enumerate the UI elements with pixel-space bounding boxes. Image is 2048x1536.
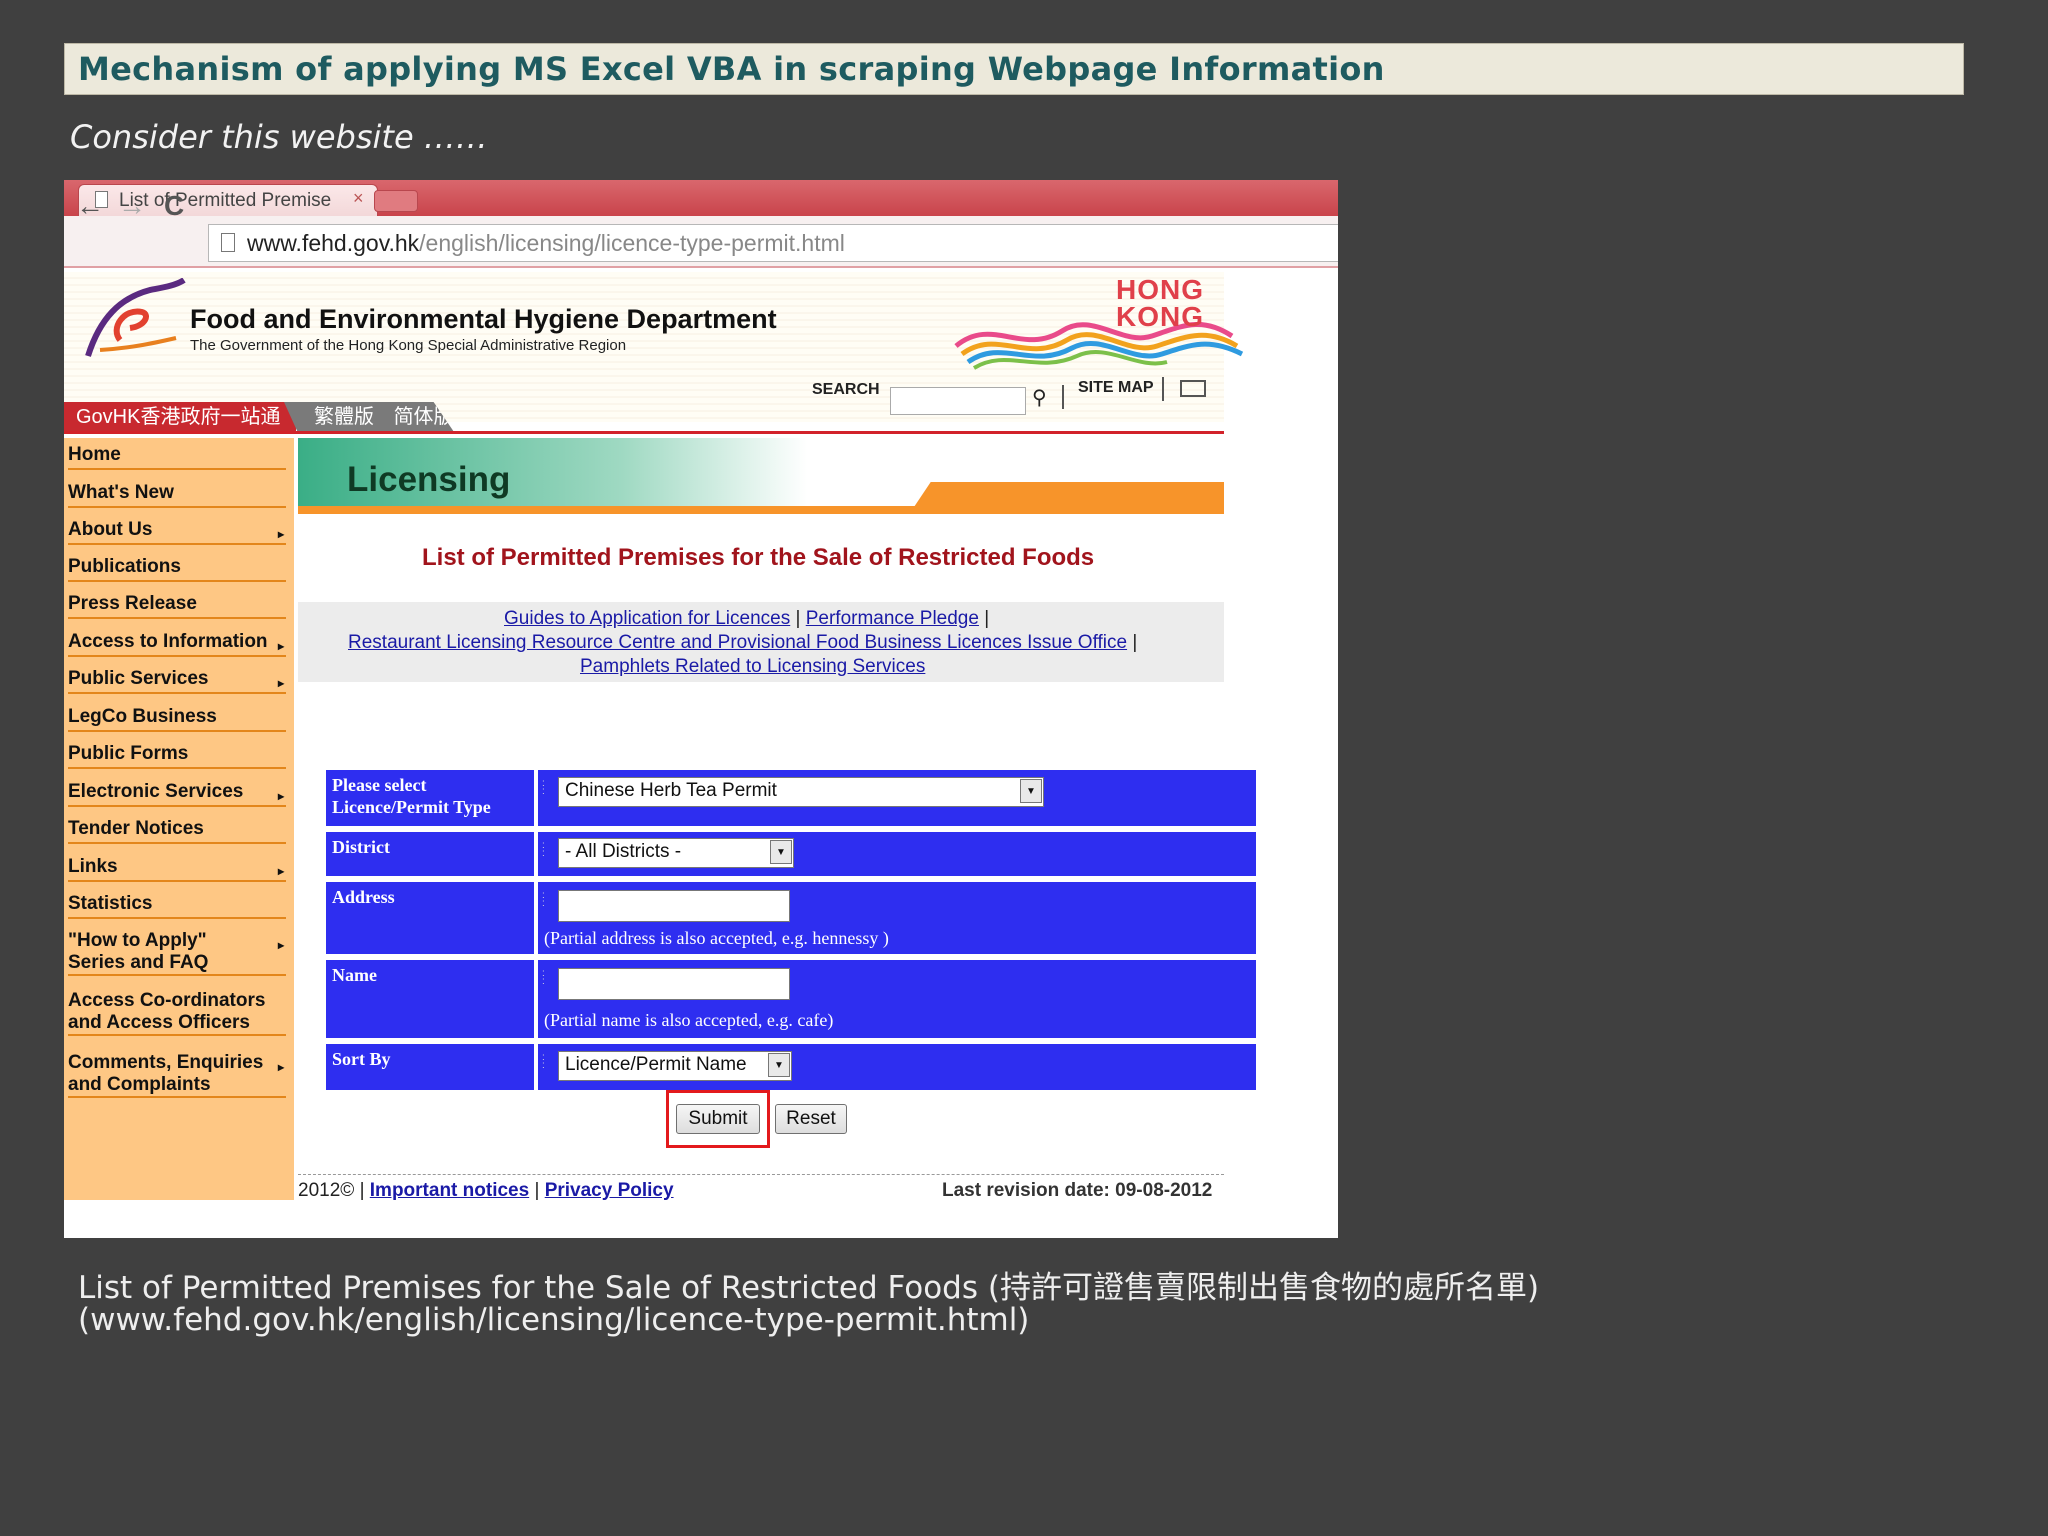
sidebar-item-home[interactable]: Home — [68, 444, 286, 470]
sidebar-nav: Home What's New About Us ▸ Publications P… — [64, 438, 294, 1200]
slide-caption: List of Permitted Premises for the Sale … — [78, 1270, 1540, 1306]
last-revision-date: Last revision date: 09-08-2012 — [942, 1180, 1213, 1201]
address-field: :: (Partial address is also accepted, e.… — [538, 882, 1256, 954]
sidebar-item-tender-notices[interactable]: Tender Notices — [68, 818, 286, 844]
address-label: Address — [326, 882, 534, 954]
sidebar-item-about-us[interactable]: About Us ▸ — [68, 519, 286, 545]
sitemap-link[interactable]: SITE MAP — [1078, 379, 1154, 397]
slide-caption-url: (www.fehd.gov.hk/english/licensing/licen… — [78, 1302, 1030, 1338]
restaurant-licensing-link[interactable]: Restaurant Licensing Resource Centre and… — [348, 632, 1127, 653]
forward-arrow-icon[interactable]: → — [118, 190, 146, 222]
chevron-right-icon: ▸ — [277, 864, 284, 878]
chevron-down-icon[interactable]: ▼ — [1020, 779, 1042, 803]
slide-title: Mechanism of applying MS Excel VBA in sc… — [78, 50, 1385, 88]
chevron-down-icon[interactable]: ▼ — [770, 840, 792, 864]
licence-type-select[interactable]: Chinese Herb Tea Permit ▼ — [558, 777, 1044, 807]
district-label: District — [326, 832, 534, 876]
page-icon — [221, 233, 235, 252]
section-title: Licensing — [347, 460, 511, 499]
banner-accent — [298, 506, 1224, 514]
url-text: www.fehd.gov.hk/english/licensing/licenc… — [247, 230, 845, 256]
divider — [1162, 377, 1164, 401]
sidebar-item-publications[interactable]: Publications — [68, 556, 286, 582]
privacy-policy-link[interactable]: Privacy Policy — [545, 1180, 674, 1201]
back-arrow-icon[interactable]: ← — [76, 190, 104, 222]
page-heading: List of Permitted Premises for the Sale … — [422, 544, 1095, 571]
district-select[interactable]: - All Districts - ▼ — [558, 838, 794, 868]
important-notices-link[interactable]: Important notices — [370, 1180, 529, 1201]
dept-name: Food and Environmental Hygiene Departmen… — [190, 304, 777, 334]
name-hint: (Partial name is also accepted, e.g. caf… — [544, 1010, 834, 1030]
language-switcher: 繁體版 简体版 — [284, 402, 454, 432]
name-field: :: (Partial name is also accepted, e.g. … — [538, 960, 1256, 1038]
guides-link[interactable]: Guides to Application for Licences — [504, 608, 790, 629]
name-input[interactable] — [558, 968, 790, 1000]
search-label: SEARCH — [812, 381, 880, 398]
sort-by-field: :: Licence/Permit Name ▼ — [538, 1044, 1256, 1090]
performance-pledge-link[interactable]: Performance Pledge — [806, 608, 979, 629]
fehd-logo-icon[interactable] — [80, 278, 190, 366]
reset-button[interactable]: Reset — [775, 1104, 847, 1134]
sidebar-item-statistics[interactable]: Statistics — [68, 893, 286, 919]
slide-subtitle: Consider this website …… — [70, 118, 488, 156]
chevron-right-icon: ▸ — [277, 527, 284, 541]
sidebar-item-access-coordinators[interactable]: Access Co-ordinators and Access Officers — [68, 990, 286, 1036]
licence-type-field: :: Chinese Herb Tea Permit ▼ — [538, 770, 1256, 826]
browser-screenshot: List of Permitted Premise × ← → C www.fe… — [64, 180, 1338, 1238]
sidebar-item-electronic-services[interactable]: Electronic Services ▸ — [68, 781, 286, 807]
divider — [1062, 385, 1064, 409]
sidebar-item-comments[interactable]: Comments, Enquiries and Complaints ▸ — [68, 1052, 286, 1098]
sidebar-item-press-release[interactable]: Press Release — [68, 593, 286, 619]
search-icon[interactable]: ⚲ — [1032, 385, 1047, 410]
lang-traditional-link[interactable]: 繁體版 — [314, 406, 374, 428]
sidebar-item-legco-business[interactable]: LegCo Business — [68, 706, 286, 732]
footer-links: 2012© | Important notices | Privacy Poli… — [298, 1180, 674, 1201]
sidebar-item-access-to-information[interactable]: Access to Information ▸ — [68, 631, 286, 657]
header-divider — [64, 431, 1224, 434]
sidebar-item-links[interactable]: Links ▸ — [68, 856, 286, 882]
copyright-year: 2012 — [298, 1180, 341, 1201]
name-label: Name — [326, 960, 534, 1038]
govhk-link[interactable]: GovHK香港政府一站通 — [64, 402, 296, 432]
footer-divider — [298, 1174, 1224, 1175]
search-input[interactable] — [890, 387, 1026, 415]
chevron-down-icon[interactable]: ▼ — [768, 1053, 790, 1077]
chevron-right-icon: ▸ — [277, 938, 284, 952]
reload-icon[interactable]: C — [164, 190, 184, 222]
district-field: :: - All Districts - ▼ — [538, 832, 1256, 876]
sidebar-item-public-services[interactable]: Public Services ▸ — [68, 668, 286, 694]
hong-kong-wordmark: HONG KONG — [1116, 274, 1204, 332]
address-hint: (Partial address is also accepted, e.g. … — [544, 928, 889, 948]
dept-subtitle: The Government of the Hong Kong Special … — [190, 337, 627, 354]
copyright-icon: © — [340, 1180, 355, 1201]
brand-hong-kong-dragon-icon — [954, 321, 1244, 370]
sidebar-item-how-to-apply[interactable]: "How to Apply" Series and FAQ ▸ — [68, 930, 286, 976]
address-bar[interactable]: www.fehd.gov.hk/english/licensing/licenc… — [208, 224, 1338, 262]
chevron-right-icon: ▸ — [277, 1060, 284, 1074]
chevron-right-icon: ▸ — [277, 676, 284, 690]
new-tab-button[interactable] — [374, 190, 418, 212]
submit-highlight-box — [666, 1090, 770, 1148]
pamphlets-link[interactable]: Pamphlets Related to Licensing Services — [580, 656, 925, 677]
licence-type-label: Please select Licence/Permit Type — [326, 770, 534, 826]
tab-title: List of Permitted Premise — [119, 190, 332, 211]
chevron-right-icon: ▸ — [277, 639, 284, 653]
mail-icon[interactable] — [1180, 380, 1206, 397]
sidebar-item-whats-new[interactable]: What's New — [68, 482, 286, 508]
address-input[interactable] — [558, 890, 790, 922]
sidebar-item-public-forms[interactable]: Public Forms — [68, 743, 286, 769]
related-links: Guides to Application for Licences | Per… — [298, 602, 1224, 682]
sort-by-label: Sort By — [326, 1044, 534, 1090]
chevron-right-icon: ▸ — [277, 789, 284, 803]
sort-by-select[interactable]: Licence/Permit Name ▼ — [558, 1051, 792, 1081]
close-icon[interactable]: × — [353, 188, 364, 209]
